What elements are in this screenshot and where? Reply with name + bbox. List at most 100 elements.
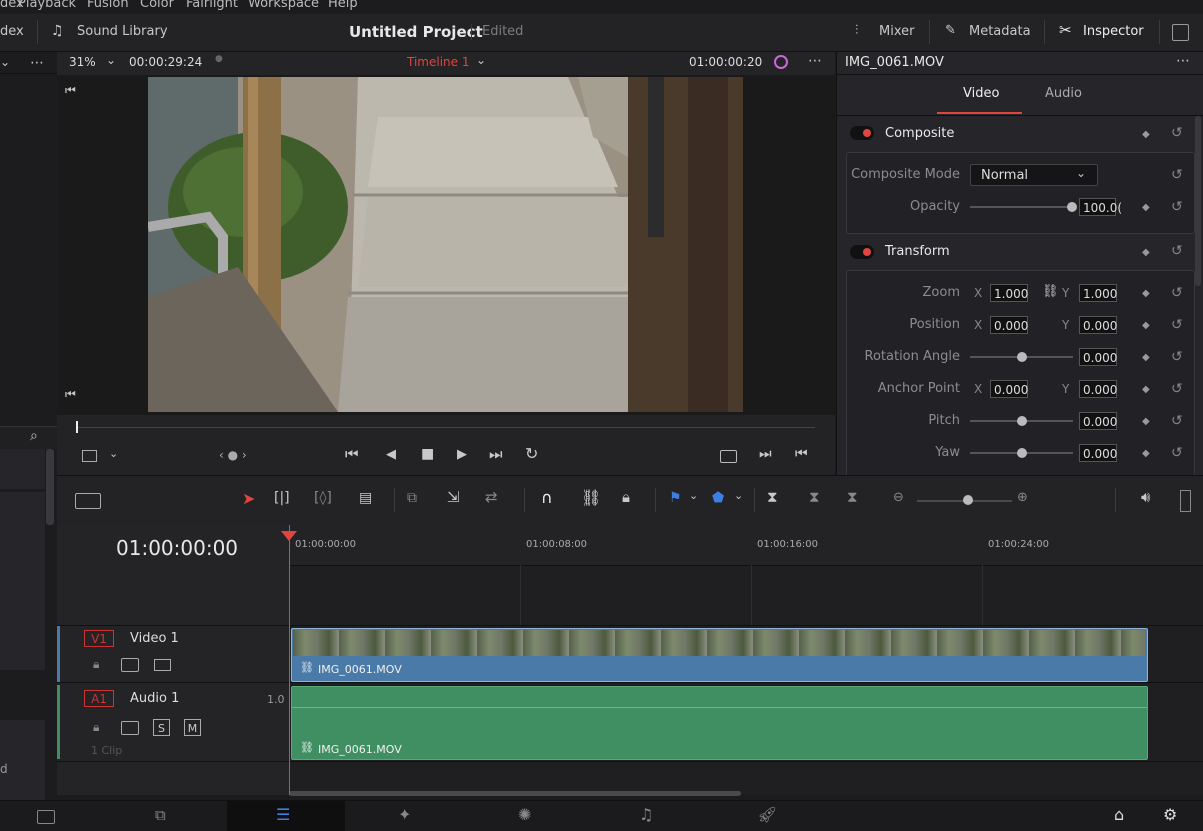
pitch-knob[interactable]: [1017, 416, 1027, 426]
previous-edit-icon[interactable]: ⏮: [795, 447, 808, 461]
opacity-slider[interactable]: [970, 206, 1070, 208]
more-options-icon[interactable]: ⋯: [30, 56, 44, 70]
menu-item-color[interactable]: Color: [140, 0, 174, 11]
zoom-y-field[interactable]: 1.000: [1079, 284, 1117, 302]
keyframe-diamond-icon[interactable]: ◆: [1142, 288, 1150, 299]
media-page-icon[interactable]: [37, 810, 55, 824]
fairlight-page-icon[interactable]: ♫: [639, 807, 653, 823]
video-track-id[interactable]: V1: [84, 630, 114, 647]
menu-item-workspace[interactable]: Workspace: [248, 0, 319, 11]
flag-icon[interactable]: ⚑: [669, 491, 682, 505]
rotation-knob[interactable]: [1017, 352, 1027, 362]
position-x-field[interactable]: 0.000: [990, 316, 1028, 334]
cut-page-icon[interactable]: ⧉: [155, 808, 166, 823]
auto-select-icon[interactable]: [121, 721, 139, 735]
composite-toggle[interactable]: [850, 126, 874, 140]
tab-video[interactable]: Video: [963, 86, 999, 101]
menu-item-help[interactable]: Help: [328, 0, 358, 11]
expand-panel-button[interactable]: [1172, 24, 1189, 41]
timeline-name[interactable]: Timeline 1: [407, 55, 469, 69]
overwrite-clip-icon[interactable]: ⇲: [447, 490, 460, 505]
inspector-button[interactable]: Inspector: [1083, 24, 1144, 39]
scrub-playhead[interactable]: [76, 421, 78, 433]
selection-tool-icon[interactable]: ➤: [242, 491, 255, 507]
timeline-view-options-icon[interactable]: [75, 493, 101, 509]
go-to-end-icon[interactable]: ⏭: [489, 447, 503, 462]
solo-button[interactable]: S: [153, 719, 170, 736]
chevron-down-icon[interactable]: ⌄: [106, 54, 116, 66]
audio-meter-icon[interactable]: [1180, 490, 1191, 512]
reset-icon[interactable]: ↺: [1171, 199, 1183, 215]
match-frame-icon[interactable]: [720, 450, 737, 463]
transform-title[interactable]: Transform: [885, 244, 950, 259]
search-icon[interactable]: ⌕: [30, 429, 38, 443]
anchor-y-field[interactable]: 0.000: [1079, 380, 1117, 398]
zoom-full-icon[interactable]: ⧗: [767, 490, 778, 505]
trim-tool-icon[interactable]: [|]: [274, 491, 290, 505]
dynamic-trim-icon[interactable]: [◊]: [314, 491, 332, 505]
blade-tool-icon[interactable]: ▤: [359, 491, 372, 505]
loop-icon[interactable]: ↻: [525, 446, 538, 462]
home-icon[interactable]: ⌂: [1114, 807, 1124, 823]
reset-icon[interactable]: ↺: [1171, 413, 1183, 429]
composite-title[interactable]: Composite: [885, 126, 954, 141]
transform-toggle[interactable]: [850, 245, 874, 259]
next-edit-icon[interactable]: ⏭: [759, 447, 772, 461]
opacity-field[interactable]: 100.0(: [1079, 198, 1122, 216]
keyframe-diamond-icon[interactable]: ◆: [1142, 129, 1150, 140]
yaw-knob[interactable]: [1017, 448, 1027, 458]
keyframe-diamond-icon[interactable]: ◆: [1142, 352, 1150, 363]
sound-library-button[interactable]: Sound Library: [77, 24, 168, 39]
chevron-down-icon[interactable]: ⌄: [689, 490, 698, 501]
zoom-custom-icon[interactable]: ⧗: [847, 490, 858, 505]
first-frame-icon[interactable]: ⏮: [65, 84, 76, 96]
play-icon[interactable]: ▶: [457, 448, 467, 461]
mute-button[interactable]: M: [184, 719, 201, 736]
keyframe-diamond-icon[interactable]: ◆: [1142, 416, 1150, 427]
play-reverse-icon[interactable]: ◀: [386, 448, 396, 461]
timeline-scrollbar[interactable]: [289, 791, 741, 796]
last-frame-icon[interactable]: ⏮: [65, 388, 76, 400]
reset-icon[interactable]: ↺: [1171, 243, 1183, 259]
viewer-mode-icon[interactable]: [82, 450, 97, 462]
index-label[interactable]: dex: [0, 24, 24, 39]
zoom-detail-icon[interactable]: ⧗: [809, 490, 820, 505]
go-to-start-icon[interactable]: ⏮: [345, 447, 359, 462]
tab-audio[interactable]: Audio: [1045, 86, 1082, 101]
linked-selection-icon[interactable]: ⛓: [581, 490, 601, 506]
keyframe-diamond-icon[interactable]: ◆: [1142, 202, 1150, 213]
pitch-field[interactable]: 0.000: [1079, 412, 1117, 430]
zoom-level[interactable]: 31%: [69, 55, 96, 69]
menu-item-fairlight[interactable]: Fairlight: [186, 0, 238, 11]
mixer-button[interactable]: Mixer: [879, 24, 914, 39]
deliver-page-icon[interactable]: 🚀︎: [757, 807, 777, 823]
keyframe-diamond-icon[interactable]: ◆: [1142, 448, 1150, 459]
stop-icon[interactable]: ■: [421, 447, 434, 461]
reset-icon[interactable]: ↺: [1171, 349, 1183, 365]
fusion-page-icon[interactable]: ✦: [398, 807, 411, 823]
zoom-x-field[interactable]: 1.000: [990, 284, 1028, 302]
audio-track-id[interactable]: A1: [84, 690, 114, 707]
snapping-icon[interactable]: ∩: [541, 490, 553, 506]
lock-icon[interactable]: 🔒︎: [93, 721, 99, 733]
rotation-field[interactable]: 0.000: [1079, 348, 1117, 366]
inspector-scrollbar[interactable]: [1195, 116, 1201, 286]
reset-icon[interactable]: ↺: [1171, 125, 1183, 141]
keyframe-diamond-icon[interactable]: ◆: [1142, 320, 1150, 331]
anchor-x-field[interactable]: 0.000: [990, 380, 1028, 398]
yaw-field[interactable]: 0.000: [1079, 444, 1117, 462]
position-y-field[interactable]: 0.000: [1079, 316, 1117, 334]
menu-item-fusion[interactable]: Fusion: [87, 0, 129, 11]
scrollbar[interactable]: [46, 449, 54, 525]
opacity-knob[interactable]: [1067, 202, 1077, 212]
zoom-in-icon[interactable]: ⊕: [1017, 491, 1028, 504]
audio-clip[interactable]: ⛓ IMG_0061.MOV: [291, 686, 1148, 760]
chevron-down-icon[interactable]: ⌄: [476, 54, 486, 66]
reset-icon[interactable]: ↺: [1171, 381, 1183, 397]
link-icon[interactable]: ⛓: [1042, 285, 1059, 298]
chevron-down-icon[interactable]: ⌄: [734, 490, 743, 501]
lock-icon[interactable]: 🔒︎: [93, 658, 99, 670]
position-lock-icon[interactable]: 🔒︎: [622, 490, 630, 505]
timeline-zoom-knob[interactable]: [963, 495, 973, 505]
chevron-down-icon[interactable]: ⌄: [109, 448, 118, 459]
